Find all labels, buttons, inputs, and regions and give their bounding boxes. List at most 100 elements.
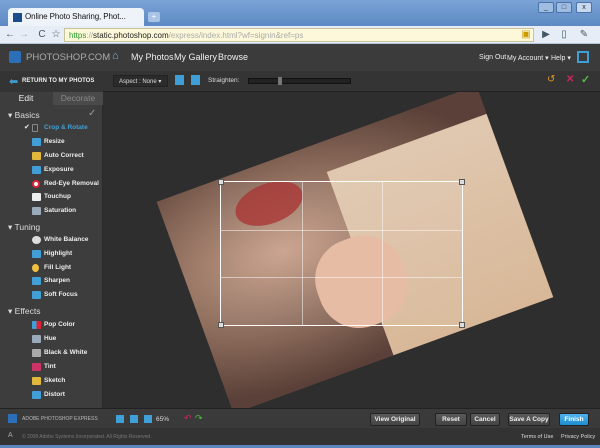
tool-soft-focus[interactable]: Soft Focus [32,290,78,300]
back-icon[interactable]: ← [4,29,16,41]
tool-exposure[interactable]: Exposure [32,165,74,175]
adobe-icon: A [8,432,13,439]
tool-fill-light[interactable]: Fill Light [32,263,71,273]
tab-title: Online Photo Sharing, Phot... [25,12,126,21]
cancel-button[interactable]: Cancel [470,413,500,426]
new-tab-button[interactable]: + [148,12,160,22]
photoshop-logo-icon [9,51,21,63]
close-window-button[interactable]: x [576,2,592,13]
crop-handle[interactable] [459,179,465,185]
hue-icon [32,335,41,343]
sign-out-link[interactable]: Sign Out [479,54,506,61]
redo-icon[interactable]: ↷ [195,413,203,424]
section-basics[interactable]: ▾ Basics [8,110,40,121]
fullscreen-icon[interactable] [577,51,589,63]
privacy-link[interactable]: Privacy Policy [561,434,595,440]
return-to-my-photos-link[interactable]: RETURN TO MY PHOTOS [22,78,94,84]
zoom-in-icon[interactable] [144,415,152,423]
sharpen-icon [32,277,41,285]
page-menu-icon[interactable]: ▯ [558,29,570,41]
tool-distort[interactable]: Distort [32,390,65,400]
tool-white-balance[interactable]: White Balance [32,235,88,245]
slider-handle[interactable] [278,77,282,85]
tint-icon [32,363,41,371]
highlight-icon [32,250,41,258]
tool-red-eye[interactable]: Red-Eye Removal [32,179,99,189]
maximize-button[interactable]: □ [556,2,572,13]
return-bar: ⬅ RETURN TO MY PHOTOS [0,71,103,92]
edit-sidebar: Edit Decorate ▾ Basics ✓ ✔ Crop & Rotate… [0,92,103,408]
tool-tint[interactable]: Tint [32,362,56,372]
undo-icon[interactable]: ↶ [184,413,192,424]
browser-toolbar: ← → C ☆ https://static.photoshop.com/exp… [0,26,600,44]
favicon-icon [13,13,22,22]
help-menu[interactable]: Help ▾ [551,54,571,62]
tool-hue[interactable]: Hue [32,334,56,344]
view-original-button[interactable]: View Original [370,413,420,426]
white-balance-icon [32,236,41,244]
address-bar[interactable]: https://static.photoshop.com/express/ind… [64,28,534,42]
apply-check-icon[interactable]: ✓ [581,73,590,86]
reset-button[interactable]: Reset [435,413,467,426]
wand-icon [32,152,41,160]
section-tuning[interactable]: ▾ Tuning [8,222,40,233]
copyright: © 2008 Adobe Systems Incorporated. All R… [22,434,152,440]
play-icon[interactable]: ▶ [540,29,552,41]
distort-icon [32,391,41,399]
tool-sharpen[interactable]: Sharpen [32,276,70,286]
zoom-fit-icon[interactable] [116,415,124,423]
terms-link[interactable]: Terms of Use [521,434,553,440]
app-header: PHOTOSHOP.COM ⌂ My Photos My Gallery Bro… [0,44,600,71]
finish-button[interactable]: Finish [559,413,589,426]
saturation-icon [32,207,41,215]
lock-icon: ▣ [521,29,531,40]
section-effects[interactable]: ▾ Effects [8,306,40,317]
aspect-dropdown[interactable]: Aspect : None ▾ [113,75,168,87]
star-icon[interactable]: ☆ [50,29,62,41]
back-arrow-icon: ⬅ [9,76,19,88]
reload-icon[interactable]: C [36,29,48,41]
footer: A © 2008 Adobe Systems Incorporated. All… [0,428,600,445]
adobe-logo-icon [8,414,17,423]
tab-edit[interactable]: Edit [0,92,52,105]
tool-sketch[interactable]: Sketch [32,376,65,386]
tool-crop-rotate[interactable]: Crop & Rotate [32,123,88,133]
straighten-slider[interactable] [248,77,351,85]
bulb-icon [32,264,39,272]
minimize-button[interactable]: _ [538,2,554,13]
nav-my-photos[interactable]: My Photos [131,52,174,62]
resize-icon [32,138,41,146]
logo-text[interactable]: PHOTOSHOP.COM [26,52,110,63]
zoom-level: 65% [156,416,170,423]
home-icon[interactable]: ⌂ [112,50,119,62]
photo-canvas[interactable] [103,92,600,408]
tab-decorate[interactable]: Decorate [53,92,103,105]
browser-tab[interactable]: Online Photo Sharing, Phot... [8,8,144,26]
pop-color-icon [32,321,41,329]
crop-grid-h [221,230,462,278]
nav-my-gallery[interactable]: My Gallery [174,52,217,62]
crop-handle[interactable] [459,322,465,328]
rotate-right-icon[interactable] [191,75,200,85]
rotate-left-icon[interactable] [175,75,184,85]
save-copy-button[interactable]: Save A Copy [508,413,550,426]
tool-black-white[interactable]: Black & White [32,348,87,358]
tool-highlight[interactable]: Highlight [32,249,72,259]
tool-resize[interactable]: Resize [32,137,65,147]
forward-icon[interactable]: → [18,29,30,41]
zoom-actual-icon[interactable] [130,415,138,423]
crop-box[interactable] [218,179,465,328]
nav-browse[interactable]: Browse [218,52,248,62]
active-check-icon: ✔ [24,124,30,131]
wrench-icon[interactable]: ✎ [578,29,590,41]
tool-touchup[interactable]: Touchup [32,192,71,202]
tool-auto-correct[interactable]: Auto Correct [32,151,84,161]
tool-pop-color[interactable]: Pop Color [32,320,75,330]
tool-saturation[interactable]: Saturation [32,206,76,216]
crop-handle[interactable] [218,179,224,185]
my-account-menu[interactable]: My Account ▾ [507,54,549,62]
cancel-x-icon[interactable]: ✕ [566,74,574,85]
crop-handle[interactable] [218,322,224,328]
straighten-label: Straighten: [208,77,240,84]
undo-icon[interactable]: ↺ [547,74,555,85]
